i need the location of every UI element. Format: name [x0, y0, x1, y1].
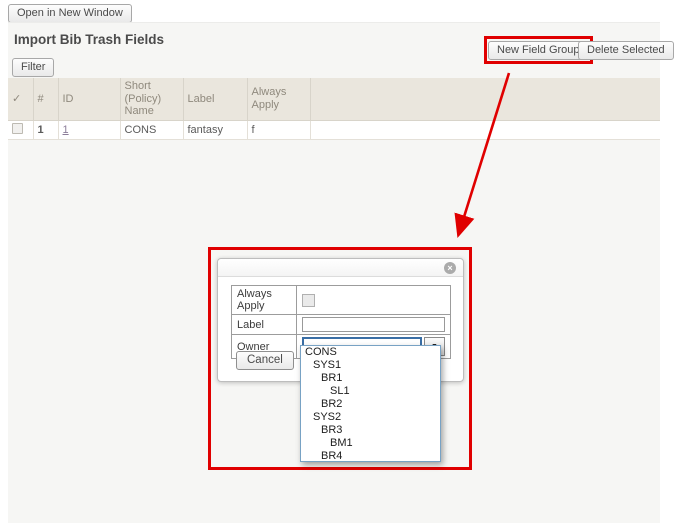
label-field-label: Label [232, 315, 297, 335]
always-apply-checkbox[interactable] [302, 294, 315, 307]
dropdown-option-br2[interactable]: BR2 [301, 398, 440, 411]
filler-column-header [310, 78, 660, 120]
label-column-header: Label [183, 78, 247, 120]
row-select-checkbox[interactable] [12, 123, 23, 134]
dropdown-option-sys1[interactable]: SYS1 [301, 359, 440, 372]
cancel-button[interactable]: Cancel [236, 351, 294, 370]
label-row: Label [232, 315, 451, 335]
dropdown-option-br3[interactable]: BR3 [301, 424, 440, 437]
row-label: fantasy [183, 120, 247, 139]
open-in-new-window-button[interactable]: Open in New Window [8, 4, 132, 23]
row-short-name: CONS [120, 120, 183, 139]
new-field-group-annotation-box: New Field Group [484, 36, 593, 64]
row-number: 1 [33, 120, 58, 139]
close-icon[interactable]: × [444, 262, 456, 274]
dropdown-option-br4[interactable]: BR4 [301, 450, 440, 462]
num-column-header: # [33, 78, 58, 120]
always-apply-column-header: Always Apply [247, 78, 310, 120]
page-title: Import Bib Trash Fields [14, 32, 164, 47]
filter-button[interactable]: Filter [12, 58, 54, 77]
dropdown-option-bm1[interactable]: BM1 [301, 437, 440, 450]
row-always-apply: f [247, 120, 310, 139]
fields-table: ✓ # ID Short (Policy) Name Label Always … [8, 78, 660, 140]
dropdown-option-sys2[interactable]: SYS2 [301, 411, 440, 424]
short-name-column-header: Short (Policy) Name [120, 78, 183, 120]
row-filler-cell [310, 120, 660, 139]
delete-selected-button[interactable]: Delete Selected [578, 41, 674, 60]
dropdown-option-cons[interactable]: CONS [301, 346, 440, 359]
table-row: 1 1 CONS fantasy f [8, 120, 660, 139]
dialog-header: × [218, 259, 463, 277]
row-id-link[interactable]: 1 [63, 124, 69, 136]
dropdown-option-sl1[interactable]: SL1 [301, 385, 440, 398]
label-input[interactable] [302, 317, 445, 332]
always-apply-row: Always Apply [232, 286, 451, 315]
new-field-group-button[interactable]: New Field Group [488, 41, 589, 60]
dropdown-option-br1[interactable]: BR1 [301, 372, 440, 385]
screenshot-root: Open in New Window Import Bib Trash Fiel… [0, 0, 679, 523]
id-column-header: ID [58, 78, 120, 120]
table-header-row: ✓ # ID Short (Policy) Name Label Always … [8, 78, 660, 120]
select-all-column-header: ✓ [8, 78, 33, 120]
owner-dropdown-list: CONS SYS1 BR1 SL1 BR2 SYS2 BR3 BM1 BR4 [300, 345, 441, 462]
always-apply-label: Always Apply [232, 286, 297, 315]
